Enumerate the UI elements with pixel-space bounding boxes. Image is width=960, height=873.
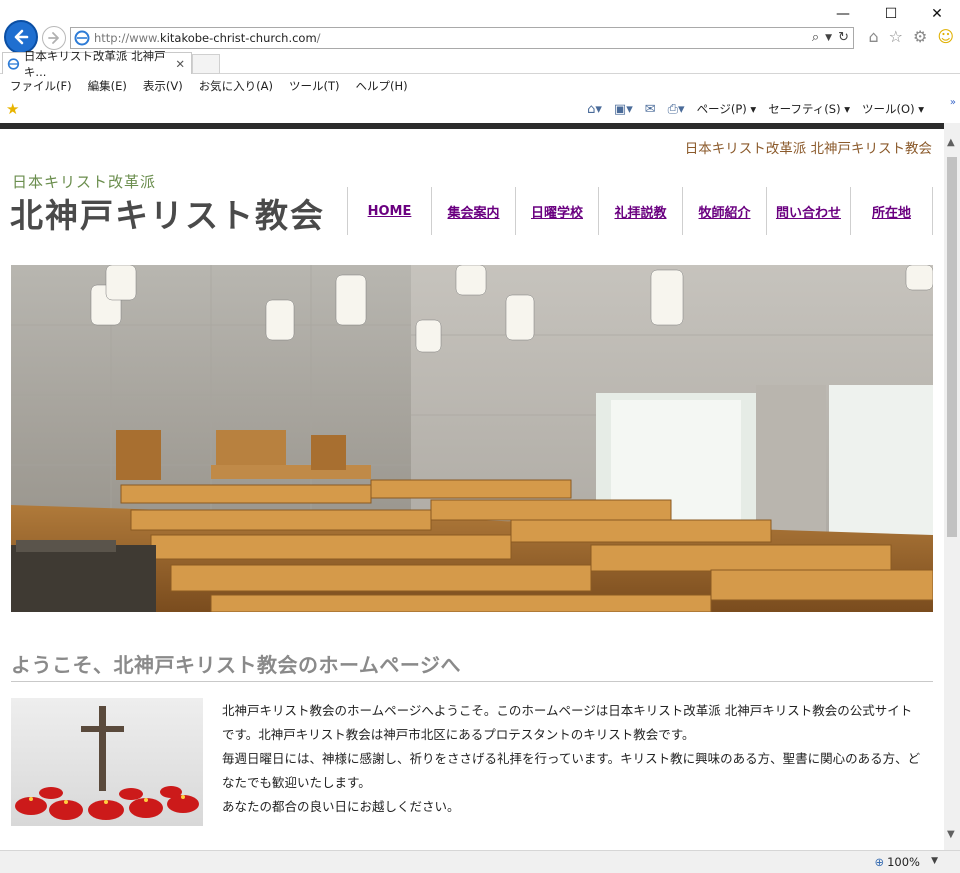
new-tab-button[interactable] — [192, 54, 220, 74]
smiley-feedback-icon[interactable]: ☺ — [937, 27, 954, 46]
gear-icon[interactable]: ⚙ — [913, 27, 927, 46]
print-icon[interactable]: ⎙▾ — [668, 102, 685, 117]
scroll-down-icon[interactable]: ▼ — [947, 829, 955, 840]
close-tab-icon[interactable]: ✕ — [175, 57, 185, 71]
nav-contact[interactable]: 問い合わせ — [767, 187, 851, 235]
intro-line: あなたの都合の良い日にお越しください。 — [222, 799, 460, 814]
zoom-dropdown-icon[interactable]: ▼ — [931, 856, 938, 866]
church-interior-photo — [11, 265, 933, 612]
scroll-thumb[interactable] — [947, 157, 957, 537]
rss-feed-icon[interactable]: ▣▾ — [614, 102, 633, 117]
mail-icon[interactable]: ✉ — [645, 102, 656, 117]
intro-text: 北神戸キリスト教会のホームページへようこそ。このホームページは日本キリスト改革派… — [222, 699, 934, 819]
zoom-level: 100% — [887, 855, 920, 869]
chevron-more-icon[interactable]: » — [950, 97, 956, 108]
favorites-star-icon[interactable]: ☆ — [889, 27, 903, 46]
nav-sermons[interactable]: 礼拝説教 — [599, 187, 683, 235]
nav-services[interactable]: 集会案内 — [432, 187, 516, 235]
menu-file[interactable]: ファイル(F) — [10, 78, 72, 94]
menu-bar: ファイル(F) 編集(E) 表示(V) お気に入り(A) ツール(T) ヘルプ(… — [0, 75, 960, 97]
url-text[interactable]: http://www.kitakobe-christ-church.com/ — [94, 31, 321, 45]
arrow-right-icon — [48, 32, 59, 44]
minimize-button[interactable]: — — [820, 0, 866, 28]
nav-location[interactable]: 所在地 — [851, 187, 933, 235]
add-favorites-icon[interactable]: ★ — [6, 100, 19, 118]
welcome-heading: ようこそ、北神戸キリスト教会のホームページへ — [11, 653, 461, 677]
tab-strip: 日本キリスト改革派 北神戸キ... ✕ — [0, 49, 960, 79]
intro-line: 毎週日曜日には、神様に感謝し、祈りをささげる礼拝を行っています。キリスト教に興味… — [222, 751, 921, 766]
arrow-left-icon — [14, 29, 29, 45]
scroll-up-icon[interactable]: ▲ — [947, 137, 955, 148]
cross-candles-photo — [11, 698, 203, 826]
intro-line: なたでも歓迎いたします。 — [222, 775, 371, 790]
global-nav: HOME 集会案内 日曜学校 礼拝説教 牧師紹介 問い合わせ 所在地 — [347, 187, 933, 235]
intro-line: です。北神戸キリスト教会は神戸市北区にあるプロテスタントのキリスト教会です。 — [222, 727, 695, 742]
close-window-button[interactable]: ✕ — [914, 0, 960, 28]
menu-favorites[interactable]: お気に入り(A) — [199, 78, 273, 94]
site-logo[interactable]: 北神戸キリスト教会 — [10, 189, 325, 237]
intro-line: 北神戸キリスト教会のホームページへようこそ。このホームページは日本キリスト改革派… — [222, 703, 913, 718]
window-titlebar: — ☐ ✕ — [0, 0, 960, 24]
page-menu[interactable]: ページ(P) ▾ — [697, 101, 757, 117]
tools-menu[interactable]: ツール(O) ▾ — [862, 101, 924, 117]
ie-page-icon — [74, 30, 90, 46]
vertical-scrollbar[interactable]: ▲ ▼ — [944, 123, 960, 850]
ie-tab-icon — [7, 57, 20, 70]
home-icon[interactable]: ⌂ — [868, 27, 878, 46]
safety-menu[interactable]: セーフティ(S) ▾ — [768, 101, 850, 117]
command-bar: ★ ⌂▾ ▣▾ ✉ ⎙▾ ページ(P) ▾ セーフティ(S) ▾ ツール(O) … — [0, 97, 960, 123]
menu-tools[interactable]: ツール(T) — [289, 78, 340, 94]
forward-button[interactable] — [42, 26, 66, 50]
status-bar: ⊕ 100% ▼ — [0, 850, 960, 873]
heading-divider — [11, 681, 933, 682]
search-icon[interactable]: ⌕ — [812, 30, 819, 45]
address-bar[interactable]: http://www.kitakobe-christ-church.com/ ⌕… — [70, 27, 854, 49]
hero-image — [11, 265, 933, 612]
menu-view[interactable]: 表示(V) — [143, 78, 183, 94]
dropdown-icon[interactable]: ▼ — [825, 33, 832, 45]
home-page-icon[interactable]: ⌂▾ — [587, 102, 602, 117]
nav-sunday-school[interactable]: 日曜学校 — [516, 187, 599, 235]
zoom-icon: ⊕ — [874, 855, 885, 869]
zoom-control[interactable]: ⊕ 100% — [874, 855, 920, 869]
candle-cross-image — [11, 698, 203, 826]
page-viewport: 日本キリスト改革派 北神戸キリスト教会 日本キリスト改革派 北神戸キリスト教会 … — [0, 129, 944, 850]
nav-home[interactable]: HOME — [348, 187, 432, 235]
refresh-icon[interactable]: ↻ — [838, 30, 849, 45]
nav-pastor[interactable]: 牧師紹介 — [683, 187, 767, 235]
tab-active[interactable]: 日本キリスト改革派 北神戸キ... ✕ — [2, 49, 192, 79]
maximize-button[interactable]: ☐ — [868, 0, 914, 28]
menu-edit[interactable]: 編集(E) — [88, 78, 127, 94]
menu-help[interactable]: ヘルプ(H) — [356, 78, 408, 94]
site-tagline: 日本キリスト改革派 北神戸キリスト教会 — [684, 141, 932, 157]
